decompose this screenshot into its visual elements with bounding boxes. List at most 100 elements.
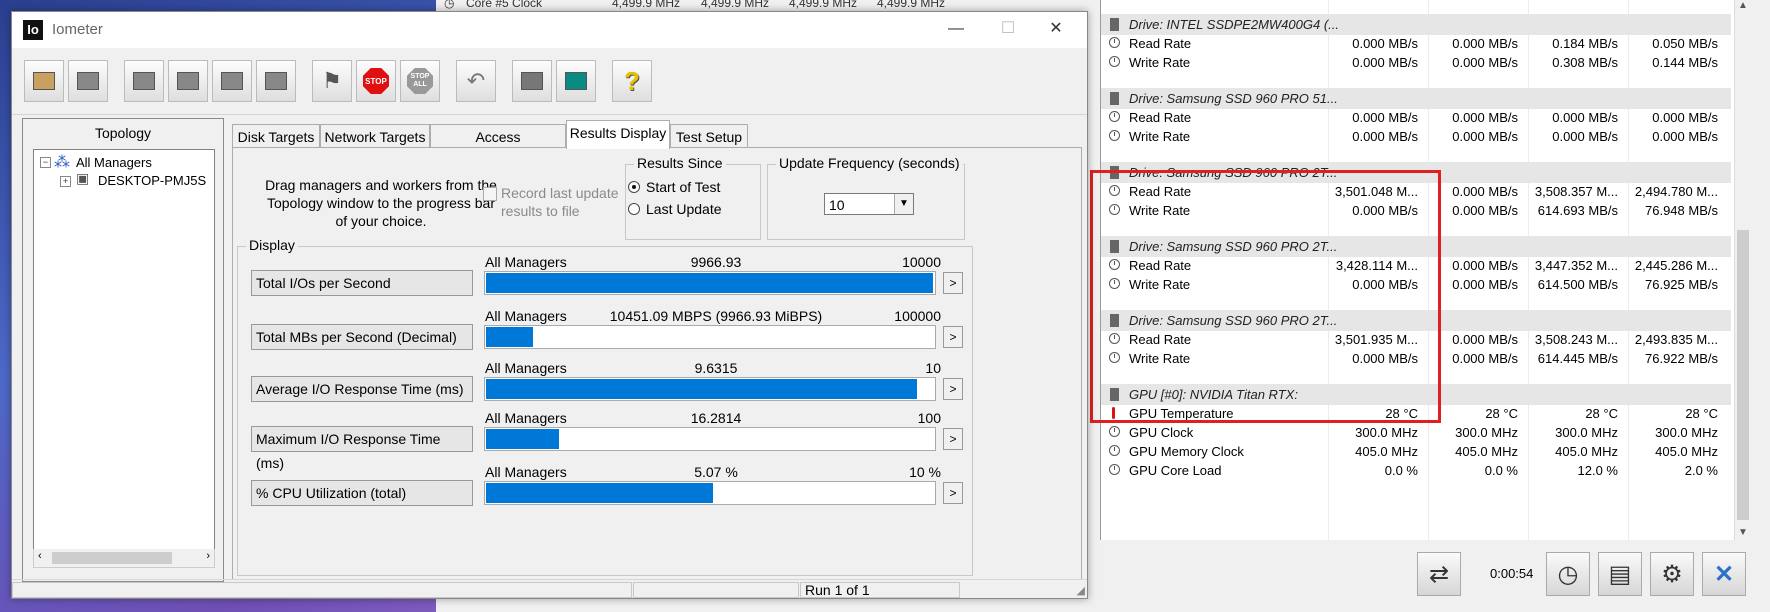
sensor-row[interactable]: Read Rate 3,501.048 M... 0.000 MB/s 3,508.3… [1101,181,1731,202]
save-disk-icon[interactable] [68,60,108,102]
minimize-icon[interactable]: — [936,16,976,42]
chip-icon [1110,314,1119,327]
tab-results-display[interactable]: Results Display [566,120,670,149]
scroll-thumb[interactable] [52,552,172,564]
new-manager-icon[interactable] [512,60,552,102]
sensor-row[interactable]: Read Rate 3,428.114 M... 0.000 MB/s 3,447.3… [1101,255,1731,276]
reset-workers-icon[interactable]: ↶ [456,60,496,102]
exit-door-icon[interactable] [556,60,596,102]
topology-scrollbar[interactable]: ‹ › [33,549,215,568]
expand-icon[interactable]: + [60,176,71,187]
record-results-option[interactable]: Record last update results to file [483,184,621,220]
help-icon[interactable]: ? [612,60,652,102]
scroll-thumb[interactable] [1737,230,1749,520]
sensor-row[interactable]: GPU Memory Clock 405.0 MHz 405.0 MHz 405.0 … [1101,441,1731,462]
scroll-left-icon[interactable]: ‹ [38,550,42,562]
gear-icon[interactable]: ⚙ [1650,552,1694,596]
metric-select-button[interactable]: Total I/Os per Second [251,270,473,296]
maximize-icon[interactable]: ☐ [988,16,1028,42]
radio-dot[interactable] [628,181,640,193]
sensor-value: 0.000 MB/s [1652,110,1718,125]
metric-progress-bar[interactable] [484,271,936,295]
app-icon: Io [23,20,43,40]
sensor-row[interactable]: Write Rate 0.000 MB/s 0.000 MB/s 614.500 MB… [1101,274,1731,295]
clock-reset-icon[interactable]: ◷ [1546,552,1590,596]
metric-select-button[interactable]: % CPU Utilization (total) [251,480,473,506]
sensor-label: GPU Core Load [1129,463,1222,478]
sensor-row[interactable]: Read Rate 3,501.935 M... 0.000 MB/s 3,508.2… [1101,329,1731,350]
collapse-icon[interactable]: − [40,157,51,168]
metric-select-button[interactable]: Total MBs per Second (Decimal) [251,324,473,350]
update-frequency-title: Update Frequency (seconds) [776,155,963,171]
metric-max: 100000 [894,308,941,324]
tab-test-setup[interactable]: Test Setup [670,124,748,148]
radio-dot[interactable] [628,203,640,215]
sensor-value: 3,428.114 M... [1335,258,1418,273]
sensor-group-header[interactable]: Drive: Samsung SSD 960 PRO 2T... [1101,162,1731,183]
chevron-down-icon[interactable]: ▼ [894,194,913,214]
metric-progress-bar[interactable] [484,481,936,505]
sensor-row[interactable]: Write Rate 0.000 MB/s 0.000 MB/s 0.308 MB/s… [1101,52,1731,73]
record-checkbox[interactable] [483,187,497,201]
report-add-icon[interactable]: ▤ [1598,552,1642,596]
metric-progress-bar[interactable] [484,427,936,451]
update-frequency-select[interactable]: 10 ▼ [824,193,914,215]
close-icon[interactable]: ✕ [1036,16,1076,42]
tab-network-targets[interactable]: Network Targets [320,124,430,148]
radio-start-of-test[interactable]: Start of Test [628,179,720,195]
sensor-value: 0.000 MB/s [1552,110,1618,125]
scroll-right-icon[interactable]: › [206,550,210,562]
chevron-right-icon[interactable]: > [943,482,963,504]
sensor-row[interactable]: Write Rate 0.000 MB/s 0.000 MB/s 0.000 MB/s… [1101,126,1731,147]
topology-tree[interactable]: − ⁂ All Managers + ▣ DESKTOP-PMJ5S [33,149,215,551]
network-worker-icon[interactable] [212,60,252,102]
tree-root[interactable]: All Managers [76,155,152,170]
network-icon[interactable]: ⇄ [1417,552,1461,596]
scroll-down-icon[interactable]: ▼ [1738,527,1748,538]
title-bar[interactable]: Io Iometer — ☐ ✕ [12,12,1087,48]
start-flag-icon[interactable]: ⚑ [312,60,352,102]
computer-icon[interactable] [124,60,164,102]
sensor-value: 2.0 % [1684,463,1718,478]
metric-progress-fill [486,483,713,503]
resize-grip-icon[interactable]: ◢ [1077,584,1085,597]
chevron-right-icon[interactable]: > [943,378,963,400]
sensor-value: 405.0 MHz [1355,444,1418,459]
sensor-group-header[interactable]: Drive: INTEL SSDPE2MW400G4 (... [1101,14,1731,35]
radio-last-update[interactable]: Last Update [628,201,722,217]
chevron-right-icon[interactable]: > [943,428,963,450]
sensor-row[interactable]: Write Rate 0.000 MB/s 0.000 MB/s 614.693 MB… [1101,200,1731,221]
sensor-group-header[interactable]: Drive: Samsung SSD 960 PRO 2T... [1101,310,1731,331]
metric-select-button[interactable]: Average I/O Response Time (ms) [251,376,473,402]
sensor-group-header[interactable]: GPU [#0]: NVIDIA Titan RTX: [1101,384,1731,405]
chevron-right-icon[interactable]: > [943,272,963,294]
metric-row: Maximum I/O Response Time (ms) All Manage… [251,410,971,471]
sensor-list[interactable]: Drive: INTEL SSDPE2MW400G4 (... Read Rate… [1100,0,1751,540]
open-folder-icon[interactable] [24,60,64,102]
tab-disk-targets[interactable]: Disk Targets [232,124,320,148]
tree-child[interactable]: DESKTOP-PMJ5S [98,173,206,188]
sensor-group-header[interactable]: Drive: Samsung SSD 960 PRO 51... [1101,88,1731,109]
metric-manager: All Managers [485,308,567,324]
metric-progress-bar[interactable] [484,377,936,401]
sensor-row[interactable]: GPU Core Load 0.0 % 0.0 % 12.0 % 2.0 % [1101,460,1731,481]
duplicate-worker-icon[interactable] [256,60,296,102]
sensor-row[interactable]: GPU Temperature 28 °C 28 °C 28 °C 28 °C [1101,403,1731,424]
sensor-label: Write Rate [1129,55,1191,70]
sensor-value: 614.693 MB/s [1537,203,1618,218]
disk-worker-icon[interactable] [168,60,208,102]
stop-all-icon[interactable]: STOP ALL [400,60,440,102]
sensor-row[interactable]: GPU Clock 300.0 MHz 300.0 MHz 300.0 MHz 300.… [1101,422,1731,443]
sensor-scrollbar[interactable]: ▲ ▼ [1734,0,1751,540]
scroll-up-icon[interactable]: ▲ [1738,0,1748,11]
chevron-right-icon[interactable]: > [943,326,963,348]
stop-icon[interactable]: STOP [356,60,396,102]
close-icon[interactable]: ✕ [1702,552,1746,596]
metric-select-button[interactable]: Maximum I/O Response Time (ms) [251,426,473,471]
metric-progress-bar[interactable] [484,325,936,349]
sensor-row[interactable]: Write Rate 0.000 MB/s 0.000 MB/s 614.445 MB… [1101,348,1731,369]
tab-access-specifications[interactable]: Access Specifications [430,124,566,169]
sensor-row[interactable]: Read Rate 0.000 MB/s 0.000 MB/s 0.000 MB/s 0… [1101,107,1731,128]
sensor-group-header[interactable]: Drive: Samsung SSD 960 PRO 2T... [1101,236,1731,257]
sensor-row[interactable]: Read Rate 0.000 MB/s 0.000 MB/s 0.184 MB/s 0… [1101,33,1731,54]
